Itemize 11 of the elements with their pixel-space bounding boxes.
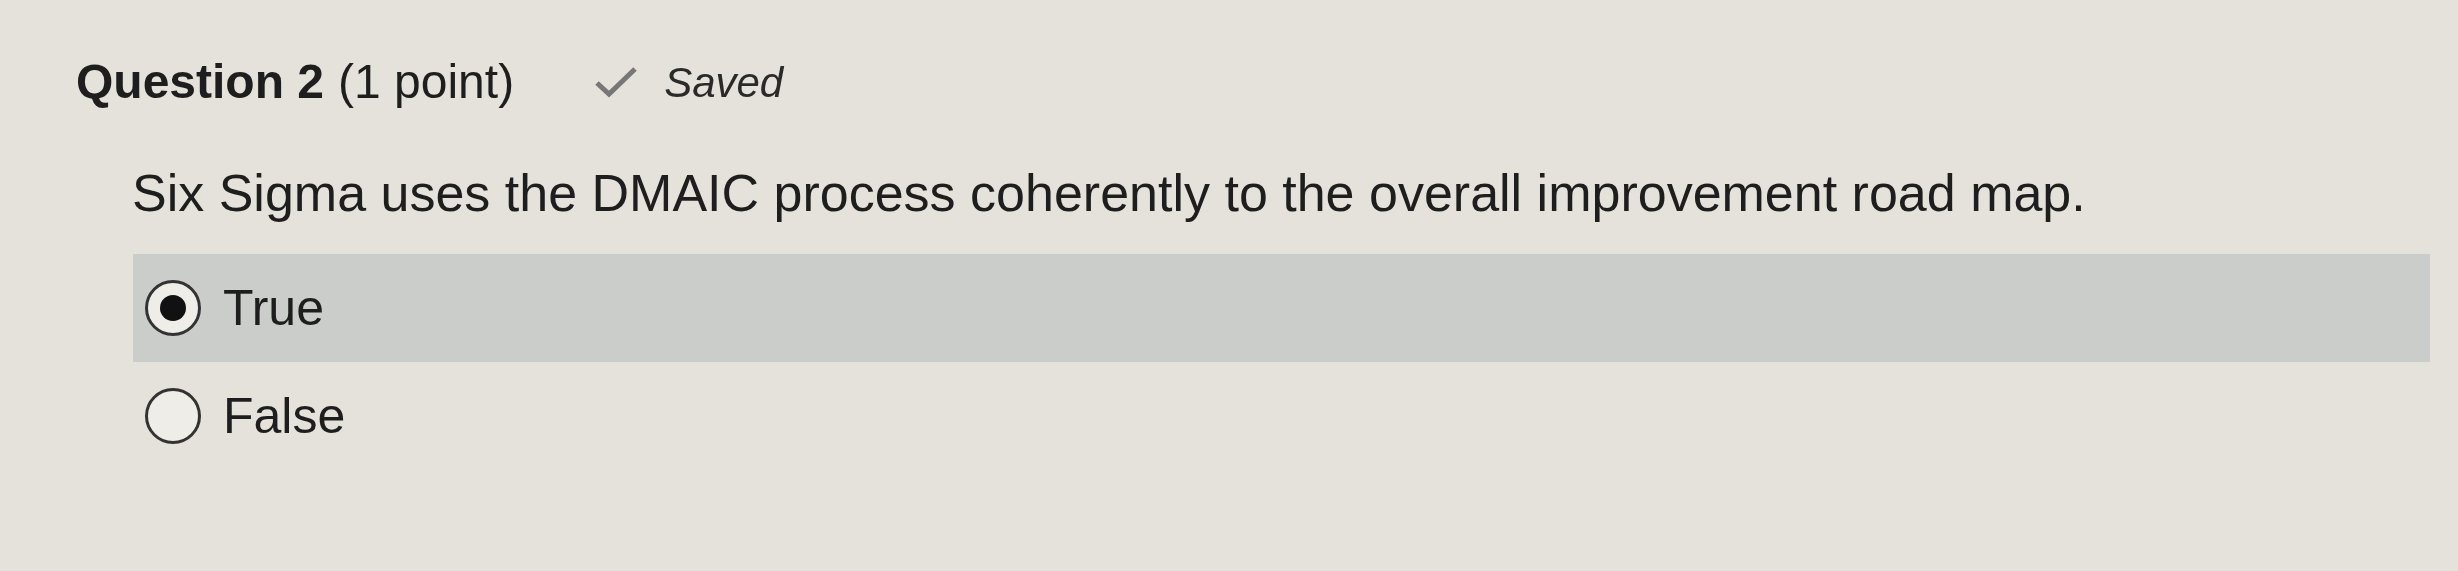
option-label: True	[223, 278, 324, 338]
radio-button[interactable]	[145, 280, 201, 336]
option-label: False	[223, 386, 346, 446]
question-title: Question 2	[76, 54, 325, 110]
question-points: (1 point)	[338, 54, 515, 110]
radio-button[interactable]	[145, 388, 201, 444]
question-prompt: Six Sigma uses the DMAIC process coherently to the overall improvement road map.	[132, 163, 2087, 224]
answer-option[interactable]: True	[133, 254, 2430, 362]
answer-option[interactable]: False	[133, 362, 2430, 470]
check-icon	[594, 65, 639, 99]
save-status: Saved	[664, 57, 784, 108]
